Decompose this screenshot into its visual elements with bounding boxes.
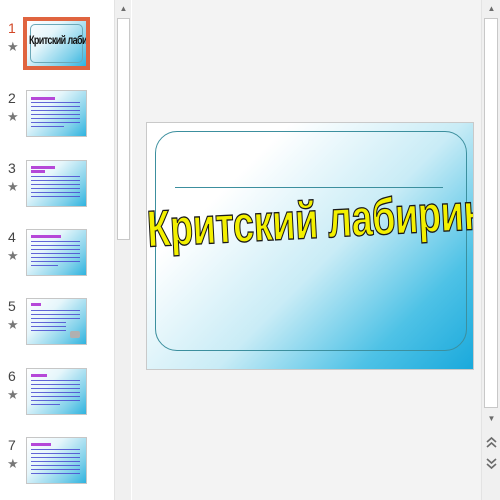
previous-slide-button[interactable] [482, 434, 500, 452]
star-icon[interactable]: ★ [7, 249, 19, 262]
star-icon[interactable]: ★ [7, 388, 19, 401]
next-slide-button[interactable] [482, 454, 500, 472]
slide-number: 6 [8, 368, 16, 384]
slide-thumbnail-5[interactable]: 5 ★ [0, 298, 114, 358]
slide-number: 3 [8, 160, 16, 176]
slide-editing-area: Критский лабиринт. [132, 0, 481, 500]
star-icon[interactable]: ★ [7, 40, 19, 53]
scrollbar-handle[interactable] [117, 18, 130, 240]
scroll-up-arrow-icon[interactable]: ▲ [482, 0, 500, 17]
slide-preview[interactable] [26, 229, 87, 276]
thumbnail-title: Критский лабиринт. [29, 33, 87, 47]
thumbnail-scrollbar[interactable]: ▲ [114, 0, 131, 500]
image-placeholder [70, 331, 80, 338]
slide-preview[interactable] [26, 90, 87, 137]
current-slide[interactable]: Критский лабиринт. [146, 122, 474, 370]
star-icon[interactable]: ★ [7, 180, 19, 193]
slide-preview[interactable] [26, 298, 87, 345]
slide-number: 5 [8, 298, 16, 314]
slide-preview[interactable] [26, 437, 87, 484]
slide-preview[interactable]: Критский лабиринт. [23, 17, 90, 70]
slide-number: 1 [8, 20, 16, 36]
slide-number: 7 [8, 437, 16, 453]
scrollbar-handle[interactable] [484, 18, 498, 408]
slide-thumbnail-2[interactable]: 2 ★ [0, 90, 114, 150]
slide-number: 2 [8, 90, 16, 106]
star-icon[interactable]: ★ [7, 318, 19, 331]
scroll-down-arrow-icon[interactable]: ▼ [482, 410, 500, 427]
scroll-up-arrow-icon[interactable]: ▲ [115, 0, 132, 17]
slide-thumbnail-1[interactable]: 1 ★ Критский лабиринт. [0, 17, 114, 80]
slide-preview[interactable] [26, 160, 87, 207]
double-chevron-up-icon [486, 436, 497, 448]
slide-number: 4 [8, 229, 16, 245]
star-icon[interactable]: ★ [7, 110, 19, 123]
slide-thumbnail-7[interactable]: 7 ★ [0, 437, 114, 497]
slide-thumbnail-3[interactable]: 3 ★ [0, 160, 114, 220]
double-chevron-down-icon [486, 458, 497, 470]
main-scrollbar[interactable]: ▲ ▼ [481, 0, 500, 500]
star-icon[interactable]: ★ [7, 457, 19, 470]
slide-thumbnail-4[interactable]: 4 ★ [0, 229, 114, 289]
slide-thumbnail-pane: 1 ★ Критский лабиринт. 2 ★ 3 ★ [0, 0, 114, 500]
slide-preview[interactable] [26, 368, 87, 415]
slide-thumbnail-6[interactable]: 6 ★ [0, 368, 114, 428]
